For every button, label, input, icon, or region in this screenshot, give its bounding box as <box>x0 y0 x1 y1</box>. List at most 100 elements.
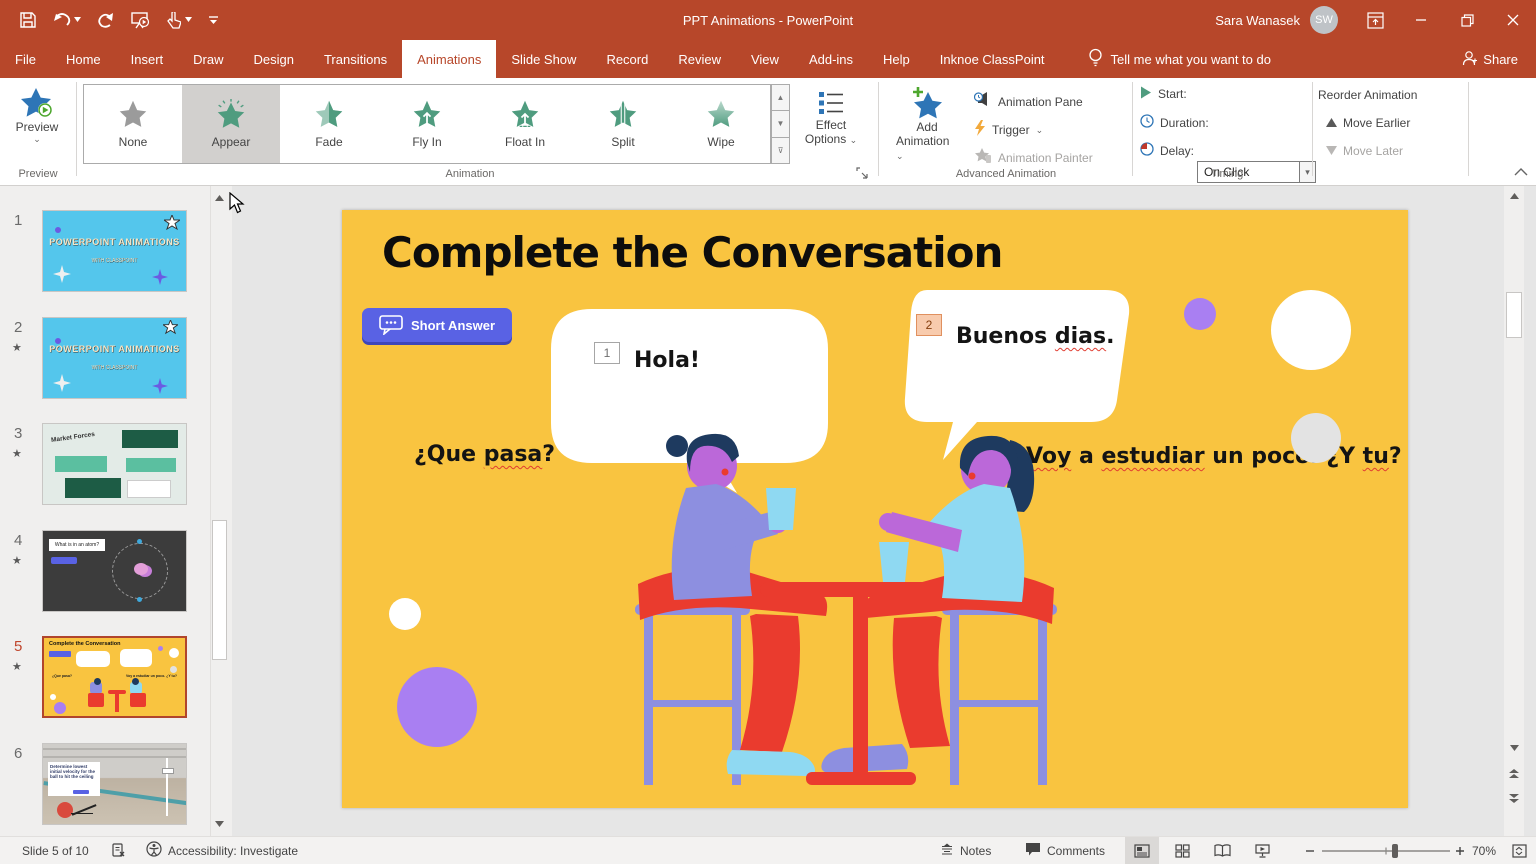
tab-slide-show[interactable]: Slide Show <box>496 40 591 78</box>
add-animation-label-2: Animation ⌄ <box>896 134 958 162</box>
normal-view-button[interactable] <box>1125 837 1159 864</box>
animation-order-badge-2[interactable]: 2 <box>916 314 942 336</box>
tab-inknoe-classpoint[interactable]: Inknoe ClassPoint <box>925 40 1060 78</box>
title-bar: PPT Animations - PowerPoint Sara Wanasek… <box>0 0 1536 40</box>
collapse-ribbon-icon[interactable] <box>1514 164 1528 182</box>
tab-insert[interactable]: Insert <box>116 40 179 78</box>
animation-painter-button[interactable]: Animation Painter <box>974 148 1093 167</box>
tab-draw[interactable]: Draw <box>178 40 238 78</box>
mini-box <box>127 480 171 498</box>
slide-canvas[interactable]: Complete the Conversation Short Answer 1… <box>342 210 1408 808</box>
ribbon-display-options-icon[interactable] <box>1352 0 1398 40</box>
animation-group-label: Animation <box>200 168 740 180</box>
slide-6-thumbnail[interactable]: Determine lowest initial velocity for th… <box>42 743 187 825</box>
gallery-more[interactable]: ⊽ <box>771 138 790 164</box>
user-avatar[interactable]: SW <box>1310 6 1338 34</box>
right-phrase[interactable]: Voy a estudiar un poco. ¿Y tu? <box>1026 444 1402 469</box>
short-answer-label: Short Answer <box>411 318 495 333</box>
close-button[interactable] <box>1490 0 1536 40</box>
reading-view-button[interactable] <box>1205 837 1239 864</box>
animation-wipe[interactable]: Wipe <box>672 85 770 163</box>
spell-check-icon[interactable] <box>112 837 126 864</box>
animation-float-in[interactable]: Float In <box>476 85 574 163</box>
main-scrollbar[interactable] <box>1504 186 1524 836</box>
trigger-button[interactable]: Trigger ⌄ <box>974 120 1043 140</box>
move-earlier-button[interactable]: Move Earlier <box>1326 116 1410 130</box>
tab-record[interactable]: Record <box>591 40 663 78</box>
left-phrase[interactable]: ¿Que pasa? <box>414 442 555 467</box>
thumbnail-row-2[interactable]: 2 ★ POWERPOINT ANIMATIONS WITH CLASSPOIN… <box>0 317 232 401</box>
animation-pane-button[interactable]: Animation Pane <box>974 92 1083 111</box>
scrollbar-thumb[interactable] <box>212 520 227 660</box>
previous-slide-button[interactable] <box>1506 766 1522 782</box>
animation-appear[interactable]: Appear <box>182 85 280 163</box>
next-slide-button[interactable] <box>1506 790 1522 806</box>
zoom-level[interactable]: 70% <box>1472 837 1496 864</box>
zoom-in-button[interactable] <box>1455 837 1465 864</box>
short-answer-button[interactable]: Short Answer <box>362 308 512 342</box>
animation-order-badge-1[interactable]: 1 <box>594 342 620 364</box>
scroll-down-arrow[interactable] <box>212 816 227 832</box>
move-later-button[interactable]: Move Later <box>1326 144 1403 158</box>
thumbnail-row-3[interactable]: 3 ★ Market Forces <box>0 423 232 507</box>
thumbnail-scrollbar[interactable] <box>210 186 227 836</box>
slide-5-thumbnail[interactable]: Complete the Conversation ¿Que pasa? Voy… <box>42 636 187 718</box>
thumbnail-row-6[interactable]: 6 Determine lowest initial velocity for … <box>0 743 232 827</box>
slide-title[interactable]: Complete the Conversation <box>382 228 1002 277</box>
slide-show-view-button[interactable] <box>1245 837 1279 864</box>
tab-transitions[interactable]: Transitions <box>309 40 402 78</box>
misspelled-word: estudiar <box>1101 444 1204 469</box>
zoom-out-button[interactable] <box>1305 837 1315 864</box>
float-in-star-icon <box>510 99 540 129</box>
bubble-1-text[interactable]: Hola! <box>634 348 700 373</box>
animation-split[interactable]: Split <box>574 85 672 163</box>
accessibility-checker[interactable]: Accessibility: Investigate <box>146 837 298 864</box>
slide-counter[interactable]: Slide 5 of 10 <box>22 837 89 864</box>
slide-1-thumbnail[interactable]: POWERPOINT ANIMATIONS WITH CLASSPOINT <box>42 210 187 292</box>
comments-button[interactable]: Comments <box>1025 837 1105 864</box>
tab-help[interactable]: Help <box>868 40 925 78</box>
scrollbar-thumb[interactable] <box>1506 292 1522 338</box>
gallery-scroll-down[interactable]: ▼ <box>771 111 790 137</box>
fit-slide-to-window-button[interactable] <box>1512 837 1527 864</box>
scroll-down-arrow[interactable] <box>1506 740 1522 756</box>
tab-add-ins[interactable]: Add-ins <box>794 40 868 78</box>
preview-group-label: Preview <box>0 168 76 180</box>
tab-file[interactable]: File <box>0 40 51 78</box>
thumbnail-row-5-selected[interactable]: 5 ★ Complete the Conversation ¿Que pasa?… <box>0 636 232 720</box>
tab-view[interactable]: View <box>736 40 794 78</box>
tab-animations[interactable]: Animations <box>402 40 496 78</box>
tell-me-box[interactable]: Tell me what you want to do <box>1088 40 1271 78</box>
tab-design[interactable]: Design <box>239 40 309 78</box>
thumbnail-row-1[interactable]: 1 POWERPOINT ANIMATIONS WITH CLASSPOINT <box>0 210 232 294</box>
scroll-up-arrow[interactable] <box>1506 188 1522 204</box>
scroll-up-arrow[interactable] <box>212 190 227 206</box>
preview-button[interactable]: Preview ⌄ <box>10 86 64 145</box>
white-circle-decoration <box>389 598 421 630</box>
share-button[interactable]: Share <box>1462 40 1518 78</box>
gallery-scroll-up[interactable]: ▲ <box>771 84 790 111</box>
slide-4-thumbnail[interactable]: What is in an atom? <box>42 530 187 612</box>
slide-2-thumbnail[interactable]: POWERPOINT ANIMATIONS WITH CLASSPOINT <box>42 317 187 399</box>
animation-fly-in[interactable]: Fly In <box>378 85 476 163</box>
bubble-2-text[interactable]: Buenos dias. <box>956 324 1114 349</box>
add-animation-button[interactable]: Add Animation ⌄ <box>896 86 958 162</box>
zoom-slider[interactable] <box>1322 837 1450 864</box>
fade-star-icon <box>314 99 344 129</box>
slide-3-thumbnail[interactable]: Market Forces <box>42 423 187 505</box>
user-name[interactable]: Sara Wanasek <box>1215 13 1300 28</box>
mini-label <box>162 768 174 774</box>
tab-review[interactable]: Review <box>663 40 736 78</box>
restore-button[interactable] <box>1444 0 1490 40</box>
effect-options-button[interactable]: Effect Options ⌄ <box>796 88 866 146</box>
mini-bubble <box>76 651 110 667</box>
notes-button[interactable]: Notes <box>940 837 991 864</box>
tab-home[interactable]: Home <box>51 40 116 78</box>
thumbnail-row-4[interactable]: 4 ★ What is in an atom? <box>0 530 232 614</box>
minimize-button[interactable] <box>1398 0 1444 40</box>
add-animation-icon <box>910 86 944 120</box>
animation-none[interactable]: None <box>84 85 182 163</box>
animation-fade[interactable]: Fade <box>280 85 378 163</box>
animation-dialog-launcher-icon[interactable] <box>856 166 868 184</box>
slide-sorter-view-button[interactable] <box>1165 837 1199 864</box>
